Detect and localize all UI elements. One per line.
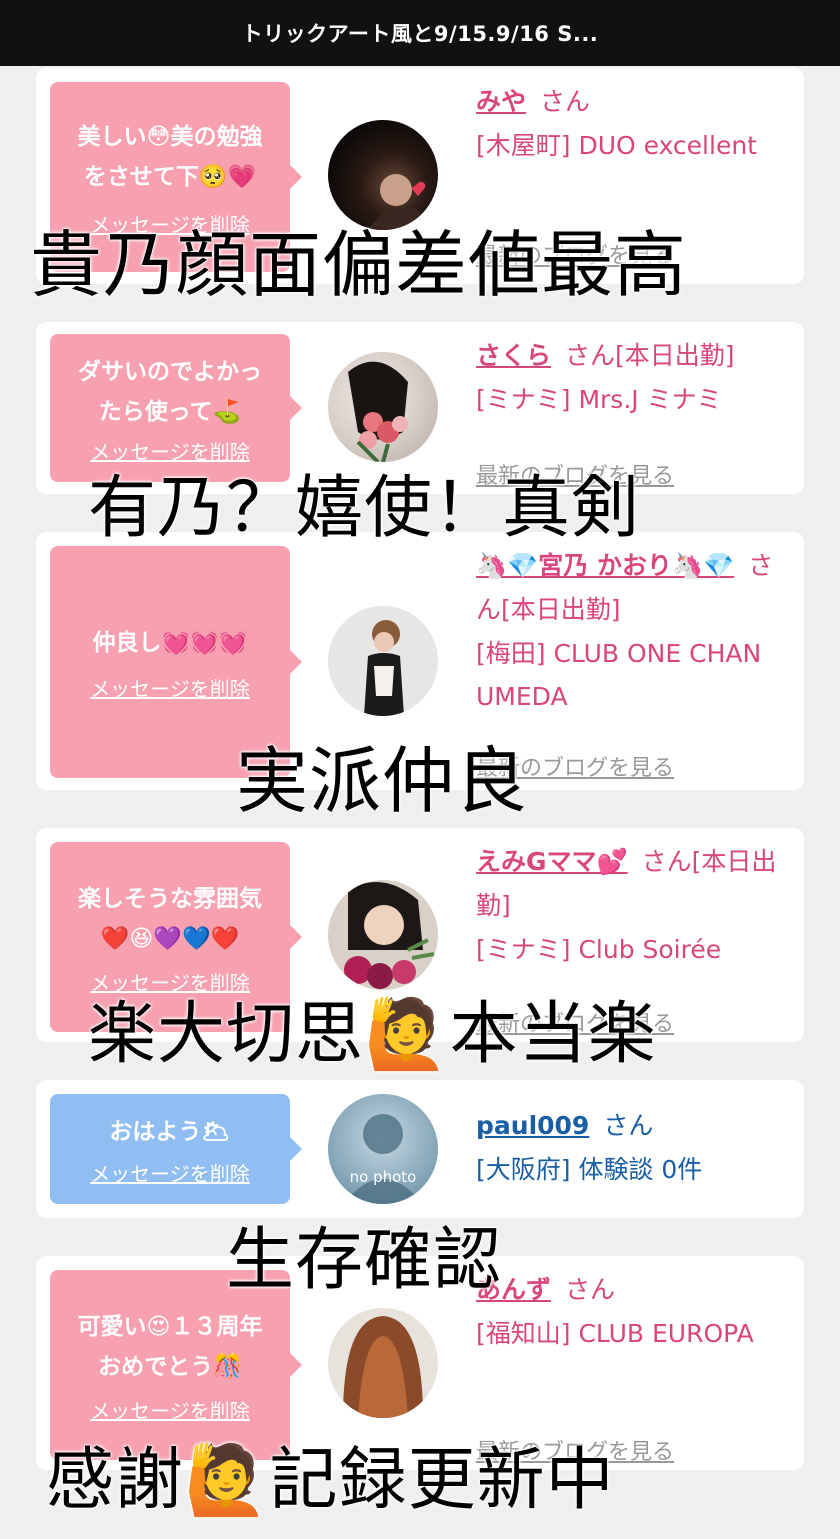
member-info: 🦄💎宮乃 かおり🦄💎 さん[本日出勤] [梅田] CLUB ONE CHAN UM… [476,544,786,781]
overlay-caption: 有乃？嬉使！真剣 [88,469,641,548]
avatar-photo [343,1316,423,1418]
avatar-photo [343,1114,423,1204]
delete-message-link[interactable]: メッセージを削除 [90,1158,250,1187]
message-bubble: おはよう🌥 メッセージを削除 [50,1094,302,1204]
overlay-caption: 貴乃顔面偏差値最高 [30,223,688,307]
member-name-link[interactable]: えみGママ💕 [476,847,628,876]
shop-name: [木屋町] DUO excellent [476,131,757,160]
member-honorific: さん [540,87,591,116]
delete-message-link[interactable]: メッセージを削除 [90,1395,250,1424]
member-name-link[interactable]: paul009 [476,1111,589,1140]
member-info: あんず さん [福知山] CLUB EUROPA 最新のブログを見る [476,1268,786,1465]
member-name-link[interactable]: 🦄💎宮乃 かおり🦄💎 [476,551,734,580]
member-name-row: 🦄💎宮乃 かおり🦄💎 さん[本日出勤] [476,544,786,632]
shop-name: [大阪府] 体験談 0件 [476,1155,703,1184]
message-text: 楽しそうな雰囲気 ❤️😆💜💙❤️ [78,885,262,952]
shop-name: [福知山] CLUB EUROPA [476,1319,754,1348]
message-text: 可愛い😍１３周年 おめでとう🎊 [77,1313,263,1380]
member-name-row: えみGママ💕 さん[本日出勤] [476,840,786,928]
member-name-row: paul009 さん [476,1104,786,1148]
avatar[interactable]: no photo [328,1094,438,1204]
member-info: paul009 さん [大阪府] 体験談 0件 [476,1104,786,1191]
member-name-link[interactable]: みや [476,87,526,116]
avatar[interactable] [328,352,438,462]
member-info: みや さん [木屋町] DUO excellent 最新のブログを見る [476,80,786,269]
overlay-caption: 実派仲良 [236,739,529,823]
member-info: えみGママ💕 さん[本日出勤] [ミナミ] Club Soirée 最新のブログを… [476,840,786,1037]
avatar-photo [348,361,408,462]
no-photo-label: no photo [349,1168,417,1186]
member-name-row: みや さん [476,80,786,124]
avatar[interactable] [328,1308,438,1418]
overlay-caption: 感謝🙋記録更新中 [46,1441,615,1520]
member-honorific: さん [603,1111,654,1140]
avatar[interactable] [328,606,438,716]
message-text: ダサいのでよかっ たら使って⛳ [78,358,262,425]
member-name-row: あんず さん [476,1268,786,1312]
avatar-photo [364,620,404,716]
shop-name: [ミナミ] Club Soirée [476,935,722,964]
shop-name: [梅田] CLUB ONE CHAN UMEDA [476,639,762,711]
member-name-row: さくら さん[本日出勤] [476,334,786,378]
member-name-link[interactable]: さくら [476,341,551,370]
avatar-photo [344,882,435,989]
page-title: トリックアート風と9/15.9/16 S... [241,22,599,46]
message-text: おはよう🌥 [109,1118,231,1145]
message-text: 美しい😳美の勉強 をさせて下🥺💗 [77,123,263,190]
overlay-caption: 生存確認 [226,1221,503,1300]
message-card: おはよう🌥 メッセージを削除 no photo paul009 さん [大阪府] … [36,1080,804,1218]
delete-message-link[interactable]: メッセージを削除 [90,673,250,702]
member-honorific: さん[本日出勤] [565,341,735,370]
header-bar: トリックアート風と9/15.9/16 S... [0,0,840,66]
member-info: さくら さん[本日出勤] [ミナミ] Mrs.J ミナミ 最新のブログを見る [476,334,786,489]
shop-name: [ミナミ] Mrs.J ミナミ [476,385,722,414]
overlay-caption: 楽大切思🙋本当楽 [88,995,657,1074]
avatar[interactable] [328,880,438,990]
member-honorific: さん [565,1275,616,1304]
message-text: 仲良し💓💓💓 [92,629,248,656]
